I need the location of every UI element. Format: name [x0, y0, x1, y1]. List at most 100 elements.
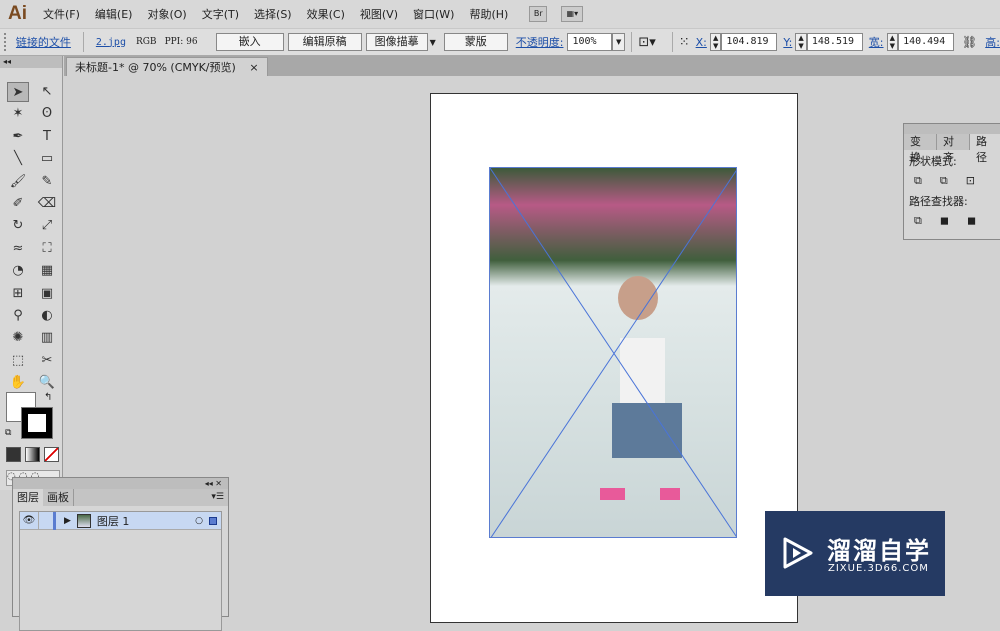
- tools-panel-collapse-icon[interactable]: ◂◂: [0, 56, 62, 68]
- gradient-icon[interactable]: ▣: [36, 284, 58, 304]
- paintbrush-icon[interactable]: 🖌: [7, 172, 29, 192]
- target-circle-icon[interactable]: ○: [195, 516, 203, 526]
- image-trace-dropdown-icon[interactable]: ▼: [430, 38, 436, 47]
- divide-icon[interactable]: ⧉: [914, 214, 922, 228]
- zoom-icon[interactable]: 🔍: [36, 373, 58, 393]
- width-stepper[interactable]: ▲ ▼: [886, 33, 899, 51]
- menu-edit[interactable]: 编辑(E): [95, 6, 133, 22]
- scale-icon[interactable]: ⤢: [36, 216, 58, 236]
- menu-effect[interactable]: 效果(C): [307, 6, 345, 22]
- opacity-dropdown-icon[interactable]: ▼: [611, 33, 626, 51]
- direct-selection-icon[interactable]: ↖: [36, 82, 58, 102]
- symbol-sprayer-icon[interactable]: ✺: [7, 328, 29, 348]
- link-proportions-icon[interactable]: ⛓: [962, 35, 977, 49]
- stroke-swatch[interactable]: [21, 407, 53, 439]
- magic-wand-icon[interactable]: ✶: [7, 104, 29, 124]
- layer-thumbnail: [76, 513, 91, 528]
- x-stepper[interactable]: ▲ ▼: [709, 33, 722, 51]
- selection-indicator[interactable]: [209, 516, 217, 525]
- close-tab-icon[interactable]: ×: [249, 61, 258, 74]
- grip-icon: [4, 33, 8, 51]
- menu-select[interactable]: 选择(S): [254, 6, 292, 22]
- none-mode-button[interactable]: [44, 447, 59, 462]
- tab-layers[interactable]: 图层: [13, 489, 43, 506]
- embed-button[interactable]: 嵌入: [215, 33, 284, 51]
- opacity-label[interactable]: 不透明度:: [516, 34, 564, 50]
- menu-view[interactable]: 视图(V): [360, 6, 398, 22]
- bridge-button[interactable]: Br: [529, 6, 548, 22]
- layer-name[interactable]: 图层 1: [97, 513, 130, 529]
- menu-file[interactable]: 文件(F): [43, 6, 80, 22]
- linked-file-link[interactable]: 链接的文件: [16, 34, 71, 50]
- lasso-icon[interactable]: ʘ: [36, 104, 58, 124]
- minus-front-icon[interactable]: ⧉: [940, 174, 948, 188]
- transform-reference-icon[interactable]: ⊡▾: [638, 35, 655, 50]
- swap-colors-icon[interactable]: ↰: [44, 392, 52, 403]
- filename-link[interactable]: 2.jpg: [96, 37, 126, 48]
- blend-icon[interactable]: ◐: [36, 306, 58, 326]
- unite-icon[interactable]: ⧉: [914, 174, 922, 188]
- width-input[interactable]: 140.494: [898, 33, 954, 51]
- eyedropper-icon[interactable]: ⚲: [7, 306, 29, 326]
- expand-arrow-icon[interactable]: ▶: [64, 516, 71, 526]
- x-input[interactable]: 104.819: [721, 33, 778, 51]
- menu-window[interactable]: 窗口(W): [413, 6, 454, 22]
- edit-original-button[interactable]: 编辑原稿: [287, 33, 362, 51]
- hand-icon[interactable]: ✋: [7, 373, 29, 393]
- line-icon[interactable]: ╲: [7, 149, 29, 169]
- default-colors-icon[interactable]: ⧉: [5, 428, 11, 438]
- panel-header[interactable]: [904, 124, 1000, 134]
- type-icon[interactable]: T: [36, 127, 58, 147]
- menu-object[interactable]: 对象(O): [147, 6, 186, 22]
- panel-menu-icon[interactable]: ▾☰: [211, 489, 228, 506]
- tab-align[interactable]: 对齐: [937, 134, 970, 164]
- menu-type[interactable]: 文字(T): [202, 6, 239, 22]
- color-mode: RGB: [135, 37, 157, 47]
- merge-icon[interactable]: ◼: [967, 214, 976, 228]
- shape-builder-icon[interactable]: ◔: [7, 261, 29, 281]
- column-graph-icon[interactable]: ▥: [36, 328, 58, 348]
- eraser-icon[interactable]: ⌫: [36, 194, 58, 214]
- rectangle-icon[interactable]: ▭: [36, 149, 58, 169]
- workspace-layout-icon[interactable]: ▦▾: [561, 6, 584, 22]
- selection-icon[interactable]: ➤: [7, 82, 29, 102]
- mesh-icon[interactable]: ⊞: [7, 284, 29, 304]
- lock-toggle[interactable]: [38, 511, 56, 530]
- layers-panel: ◂◂ ✕ 图层 画板 ▾☰ 👁 ▶ 图层 1 ○: [12, 477, 229, 631]
- intersect-icon[interactable]: ⊡: [966, 174, 975, 188]
- y-input[interactable]: 148.519: [806, 33, 863, 51]
- blob-brush-icon[interactable]: ✐: [7, 194, 29, 214]
- visibility-eye-icon[interactable]: 👁: [20, 515, 38, 526]
- close-icon[interactable]: ✕: [215, 479, 222, 488]
- free-transform-icon[interactable]: ⛶: [36, 239, 58, 259]
- mask-button[interactable]: 蒙版: [443, 33, 508, 51]
- menu-help[interactable]: 帮助(H): [469, 6, 508, 22]
- tab-artboards[interactable]: 画板: [43, 489, 74, 506]
- gradient-mode-button[interactable]: [25, 447, 40, 462]
- warp-icon[interactable]: ≈: [7, 239, 29, 259]
- tab-transform[interactable]: 变换: [904, 134, 937, 164]
- watermark: 溜溜自学 ZIXUE.3D66.COM: [765, 511, 945, 596]
- divider: [82, 32, 84, 52]
- document-tab[interactable]: 未标题-1* @ 70% (CMYK/预览) ×: [66, 57, 268, 76]
- opacity-input[interactable]: 100%: [567, 33, 612, 51]
- x-label: X:: [695, 35, 707, 49]
- image-trace-button[interactable]: 图像描摹: [365, 33, 428, 51]
- width-label: 宽:: [868, 36, 884, 49]
- reference-point-icon[interactable]: ⁙: [679, 35, 690, 50]
- artboard-icon[interactable]: ⬚: [7, 351, 29, 371]
- y-stepper[interactable]: ▲ ▼: [795, 33, 807, 51]
- perspective-grid-icon[interactable]: ▦: [36, 261, 58, 281]
- trim-icon[interactable]: ◼: [940, 214, 949, 228]
- layer-row[interactable]: 👁 ▶ 图层 1 ○: [20, 511, 221, 530]
- pen-icon[interactable]: ✒: [7, 127, 29, 147]
- color-mode-button[interactable]: [6, 447, 21, 462]
- rotate-icon[interactable]: ↻: [7, 216, 29, 236]
- collapse-icon[interactable]: ◂◂: [205, 479, 213, 488]
- panel-header[interactable]: ◂◂ ✕: [13, 478, 228, 489]
- slice-icon[interactable]: ✂: [36, 351, 58, 371]
- pencil-icon[interactable]: ✎: [36, 172, 58, 192]
- placed-image[interactable]: [489, 167, 737, 538]
- tab-pathfinder[interactable]: 路径: [970, 134, 1000, 164]
- document-tab-title: 未标题-1* @ 70% (CMYK/预览): [75, 61, 236, 74]
